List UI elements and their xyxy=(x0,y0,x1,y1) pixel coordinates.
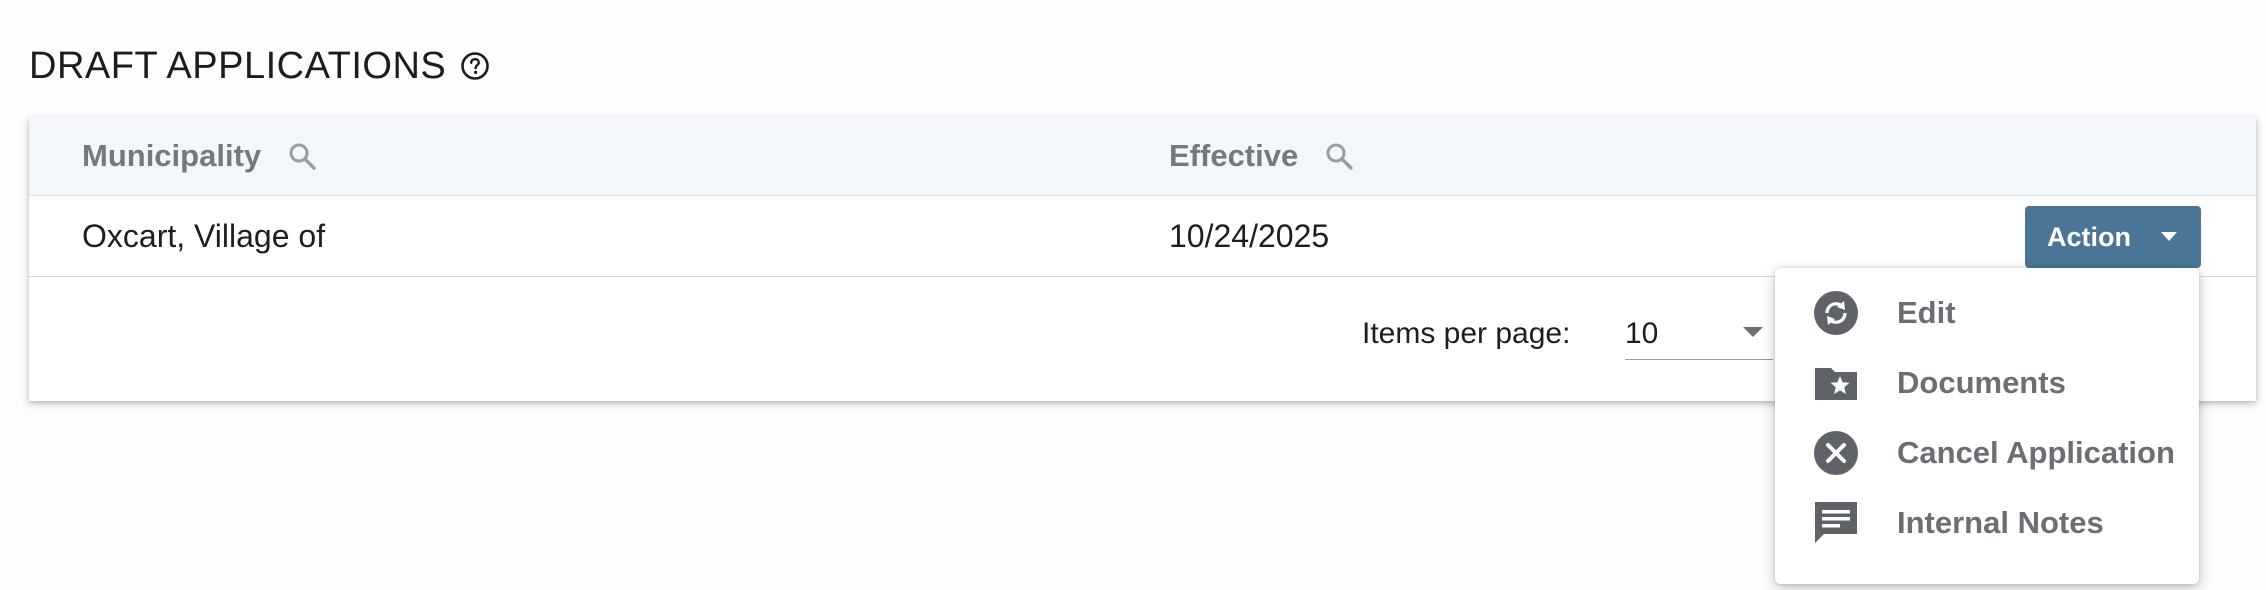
menu-item-cancel-application[interactable]: Cancel Application xyxy=(1775,418,2199,488)
column-header-effective: Effective xyxy=(1169,117,1356,195)
action-button[interactable]: Action xyxy=(2025,206,2201,268)
items-per-page-value: 10 xyxy=(1625,317,1659,350)
menu-item-label: Edit xyxy=(1897,295,1956,330)
chat-note-icon xyxy=(1813,500,1859,546)
menu-item-internal-notes[interactable]: Internal Notes xyxy=(1775,488,2199,558)
page-header: DRAFT APPLICATIONS xyxy=(29,38,490,94)
action-menu: Edit Documents Cancel Application Intern… xyxy=(1775,268,2199,584)
search-icon[interactable] xyxy=(1322,139,1356,173)
sync-circle-icon xyxy=(1813,290,1859,336)
table-row: Oxcart, Village of 10/24/2025 Action xyxy=(29,196,2256,277)
items-per-page-label: Items per page: xyxy=(1362,317,1571,350)
table-header: Municipality Effective xyxy=(29,117,2256,196)
menu-item-label: Internal Notes xyxy=(1897,505,2104,540)
column-header-municipality: Municipality xyxy=(82,117,319,195)
column-label-effective: Effective xyxy=(1169,138,1299,173)
menu-item-documents[interactable]: Documents xyxy=(1775,348,2199,418)
caret-down-icon xyxy=(1743,327,1763,337)
folder-star-icon xyxy=(1813,360,1859,406)
caret-down-icon xyxy=(2161,232,2177,241)
help-icon[interactable] xyxy=(460,51,490,81)
page-title: DRAFT APPLICATIONS xyxy=(29,44,447,87)
items-per-page-select[interactable]: 10 xyxy=(1625,305,1773,360)
menu-item-label: Cancel Application xyxy=(1897,435,2175,470)
menu-item-edit[interactable]: Edit xyxy=(1775,278,2199,348)
action-button-label: Action xyxy=(2047,221,2131,252)
cancel-circle-icon xyxy=(1813,430,1859,476)
menu-item-label: Documents xyxy=(1897,365,2066,400)
column-label-municipality: Municipality xyxy=(82,138,262,173)
cell-effective: 10/24/2025 xyxy=(1169,217,1330,254)
search-icon[interactable] xyxy=(285,139,319,173)
cell-municipality: Oxcart, Village of xyxy=(82,217,326,254)
